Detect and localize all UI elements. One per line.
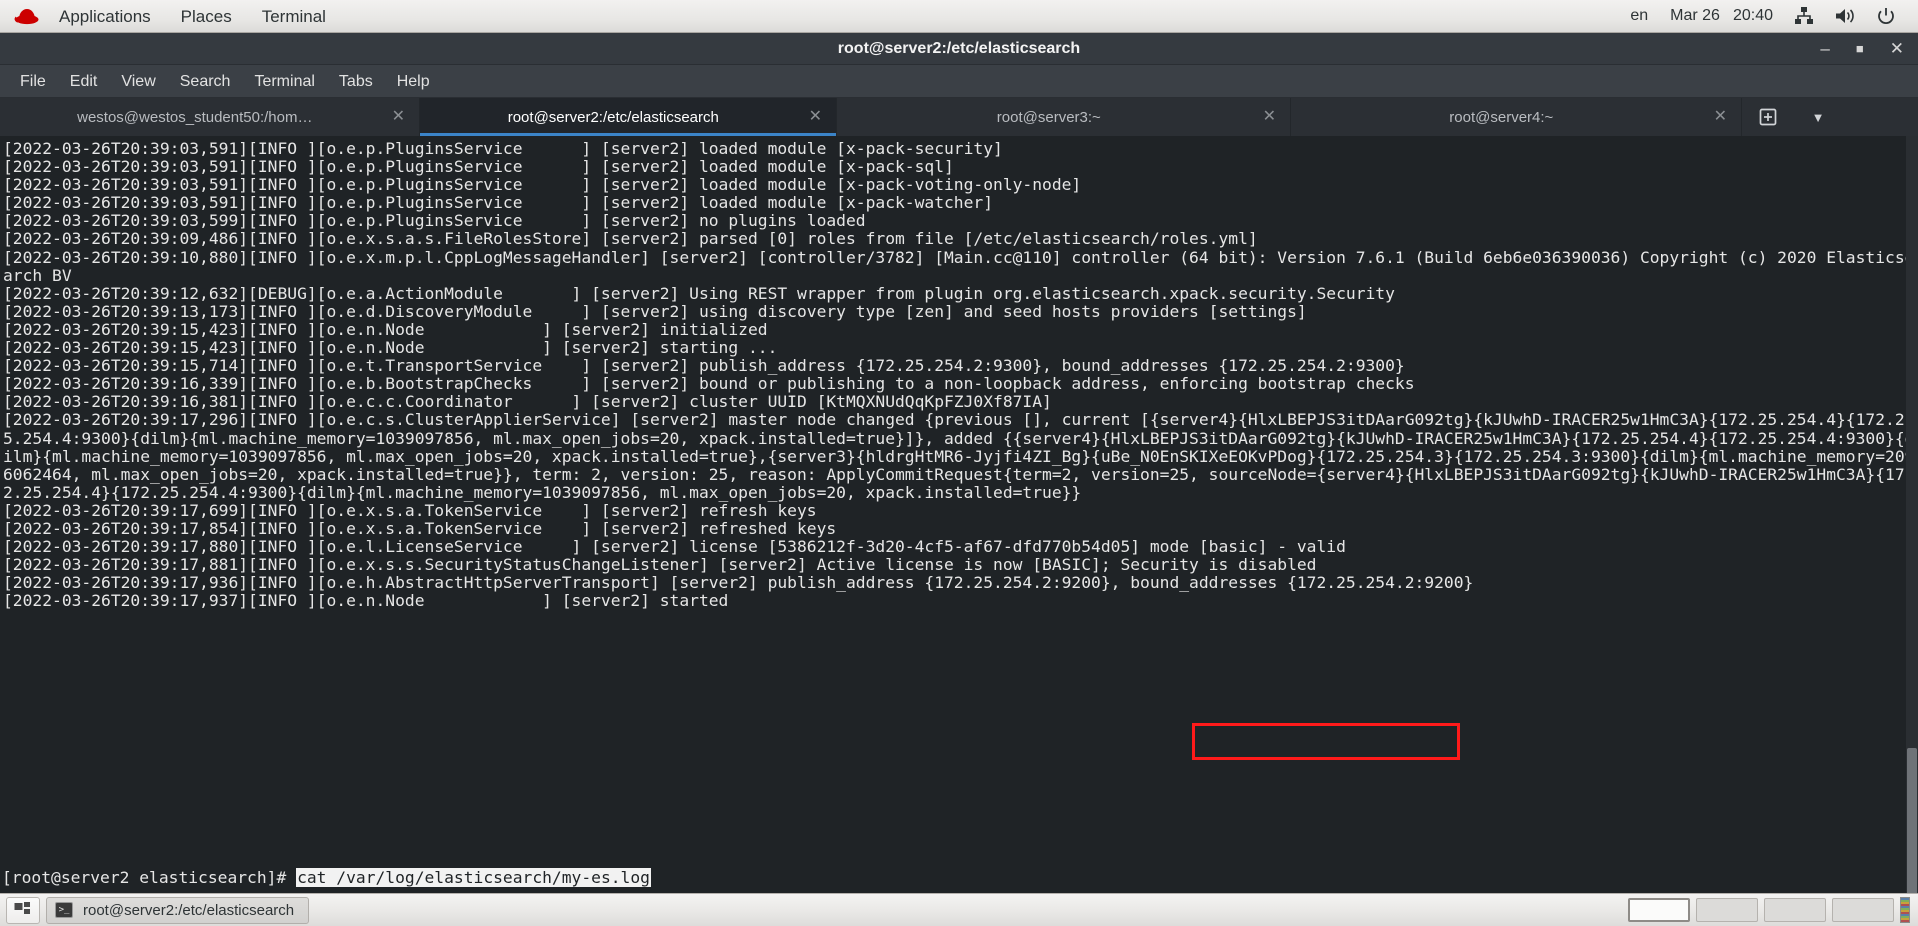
top-panel: Applications Places Terminal en Mar 26 2… [0,0,1918,33]
minimize-button[interactable]: – [1820,40,1829,57]
taskbar-window-label: root@server2:/etc/elasticsearch [83,901,295,919]
menu-view[interactable]: View [109,65,167,98]
workspace-switcher [1628,897,1914,923]
power-icon[interactable] [1866,7,1906,25]
clock-date[interactable]: Mar 26 [1659,7,1731,25]
scrollbar-track[interactable] [1906,136,1918,893]
language-indicator[interactable]: en [1619,7,1659,25]
terminal-icon: >_ [55,902,73,918]
close-icon[interactable]: ✕ [1714,109,1727,125]
workspace-2[interactable] [1696,898,1758,922]
workspace-4[interactable] [1832,898,1894,922]
tab-label: root@server3:~ [996,108,1101,126]
menu-terminal[interactable]: Terminal [242,65,326,98]
menu-tabs[interactable]: Tabs [327,65,385,98]
new-tab-icon[interactable] [1742,98,1794,136]
tab-bar: westos@westos_student50:/hom… ✕ root@ser… [0,98,1918,136]
terminal-output-area[interactable]: [2022-03-26T20:39:03,591][INFO ][o.e.p.P… [0,136,1918,893]
workspace-1[interactable] [1628,898,1690,922]
menu-search[interactable]: Search [168,65,243,98]
shell-command[interactable]: cat /var/log/elasticsearch/my-es.log [296,867,651,887]
tab-label: root@server4:~ [1449,108,1554,126]
menu-edit[interactable]: Edit [58,65,110,98]
tab-server2[interactable]: root@server2:/etc/elasticsearch ✕ [420,98,837,136]
close-icon[interactable]: ✕ [1263,109,1276,125]
maximize-button[interactable]: ■ [1856,42,1864,55]
volume-icon[interactable] [1824,7,1866,25]
terminal-prompt-line: [root@server2 elasticsearch]# cat /var/l… [2,867,651,887]
window-title: root@server2:/etc/elasticsearch [837,39,1081,57]
taskbar-window-button[interactable]: >_ root@server2:/etc/elasticsearch [46,896,310,924]
tab-label: root@server2:/etc/elasticsearch [507,108,719,126]
tab-label: westos@westos_student50:/hom… [77,108,313,126]
menu-places[interactable]: Places [166,0,247,33]
window-controls: – ■ ✕ [1820,40,1918,57]
tab-server4[interactable]: root@server4:~ ✕ [1291,98,1742,136]
tab-server3[interactable]: root@server3:~ ✕ [837,98,1291,136]
clock-time[interactable]: 20:40 [1731,7,1784,25]
menu-file[interactable]: File [8,65,58,98]
network-icon[interactable] [1784,7,1824,25]
chevron-down-icon[interactable]: ▼ [1794,98,1842,136]
close-button[interactable]: ✕ [1890,40,1904,57]
workspace-3[interactable] [1764,898,1826,922]
menu-terminal[interactable]: Terminal [247,0,341,33]
taskbar: >_ root@server2:/etc/elasticsearch [0,893,1918,926]
close-icon[interactable]: ✕ [809,109,822,125]
menubar: File Edit View Search Terminal Tabs Help [0,65,1918,98]
shell-prompt: [root@server2 elasticsearch]# [2,867,297,887]
workspace-indicator-icon [1900,897,1910,923]
window-titlebar[interactable]: root@server2:/etc/elasticsearch – ■ ✕ [0,33,1918,65]
scrollbar-thumb[interactable] [1907,748,1917,893]
tab-westos[interactable]: westos@westos_student50:/hom… ✕ [0,98,420,136]
close-icon[interactable]: ✕ [392,109,405,125]
menu-applications[interactable]: Applications [44,0,166,33]
show-desktop-icon[interactable] [6,896,40,924]
menu-help[interactable]: Help [385,65,442,98]
top-panel-status-area: en Mar 26 20:40 [1619,7,1918,25]
red-highlight-box [1192,723,1460,760]
terminal-window: root@server2:/etc/elasticsearch – ■ ✕ Fi… [0,33,1918,893]
redhat-logo-icon[interactable] [10,0,44,33]
terminal-log-text: [2022-03-26T20:39:03,591][INFO ][o.e.p.P… [3,139,1915,611]
